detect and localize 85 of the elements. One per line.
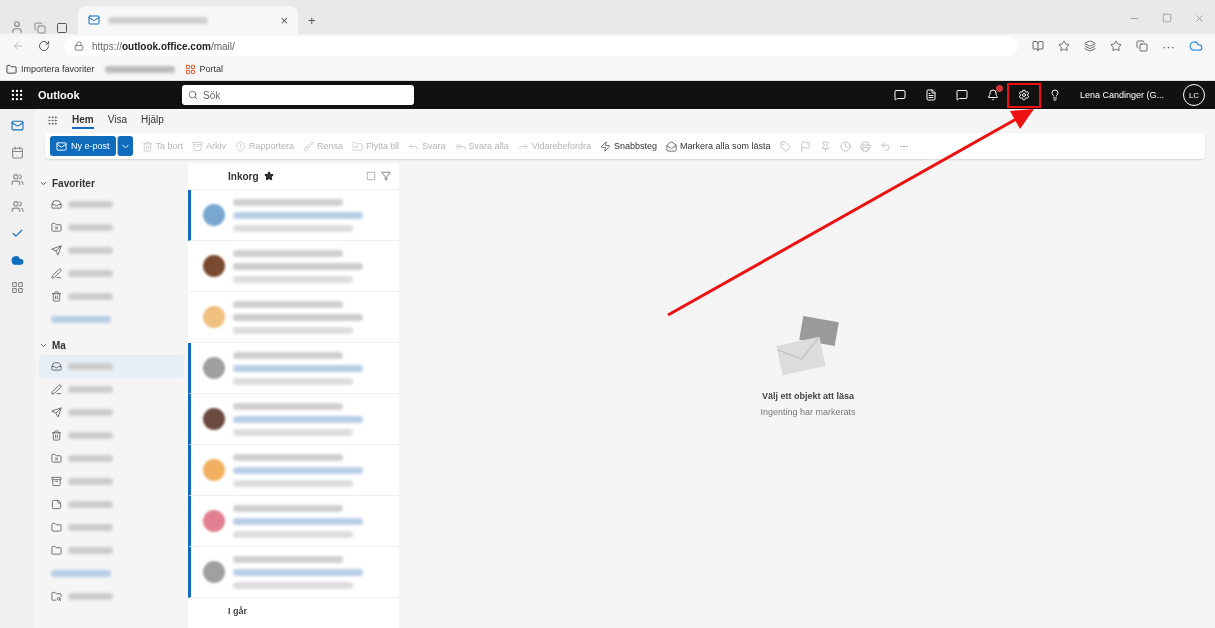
draft-icon <box>51 384 62 395</box>
blurred-favorite[interactable] <box>104 65 175 73</box>
refresh-icon[interactable] <box>38 40 50 52</box>
profile-icon[interactable] <box>10 20 24 34</box>
sweep-icon <box>303 140 315 152</box>
apps-icon[interactable] <box>11 281 24 294</box>
folder-icon <box>6 63 17 75</box>
empty-subtitle: Ingenting har markerats <box>760 406 856 417</box>
select-icon[interactable] <box>366 171 376 181</box>
clock-icon[interactable] <box>839 140 851 152</box>
undo-icon[interactable] <box>879 140 891 152</box>
flag-icon[interactable] <box>799 140 811 152</box>
favorite-link[interactable]: Portal <box>184 63 224 75</box>
trash-icon <box>51 430 62 441</box>
ribbon-tab[interactable]: Hem <box>72 111 94 129</box>
settings-icon[interactable] <box>1017 89 1030 101</box>
sent-icon <box>51 407 62 418</box>
ribbon-tab[interactable]: Visa <box>107 111 127 129</box>
tag-icon[interactable] <box>779 140 791 152</box>
app-name: Outlook <box>38 89 81 101</box>
app-launcher-icon[interactable] <box>10 88 24 102</box>
cloud-icon[interactable] <box>11 254 24 267</box>
move-icon <box>352 140 364 152</box>
new-mail-dropdown[interactable] <box>116 136 133 156</box>
star-icon[interactable] <box>1058 40 1070 52</box>
read-icon <box>666 140 678 152</box>
close-icon[interactable] <box>1194 13 1205 24</box>
reader-icon[interactable] <box>1032 40 1044 52</box>
grid-icon <box>184 63 196 75</box>
empty-title: Välj ett objekt att läsa <box>762 390 854 401</box>
archive-icon <box>51 476 62 487</box>
message-item[interactable] <box>188 394 399 445</box>
calendar-icon[interactable] <box>11 146 24 159</box>
chat-icon[interactable] <box>893 89 906 101</box>
close-tab-button[interactable]: × <box>280 12 288 28</box>
back-icon[interactable] <box>12 40 24 52</box>
trash-icon <box>141 140 153 152</box>
ribbon-tab[interactable]: Hjälp <box>140 111 164 129</box>
menu-icon[interactable] <box>47 114 58 126</box>
document-icon[interactable] <box>924 89 937 101</box>
inbox-icon <box>51 361 62 372</box>
new-mail-button[interactable]: Ny e-post <box>50 136 116 156</box>
favorites-icon[interactable] <box>1110 40 1122 52</box>
junk-icon <box>51 222 62 233</box>
list-title: Inkorg <box>228 170 259 182</box>
section-title[interactable]: Favoriter <box>39 173 184 193</box>
section-title[interactable]: Ma <box>39 335 184 355</box>
folder-icon <box>51 522 62 533</box>
user-name[interactable]: Lena Candinger (G... <box>1079 90 1164 100</box>
folder-icon <box>51 545 62 556</box>
archive-icon <box>192 140 204 152</box>
trash-icon <box>51 291 62 302</box>
mail-icon[interactable] <box>11 119 24 132</box>
favorite-link[interactable]: Importera favoriter <box>6 63 95 75</box>
search-icon <box>51 591 62 602</box>
junk-icon <box>51 453 62 464</box>
browser-tab[interactable]: × <box>78 6 298 34</box>
people-icon[interactable] <box>11 173 24 186</box>
folder-item[interactable] <box>39 355 184 378</box>
printer-icon[interactable] <box>859 140 871 152</box>
group-header: I går <box>227 605 248 618</box>
pin-icon[interactable] <box>819 140 831 152</box>
more-options-button[interactable]: ··· <box>899 141 909 151</box>
mail-icon <box>88 14 100 26</box>
star-icon[interactable] <box>263 171 274 181</box>
report-icon <box>235 140 247 152</box>
mail-icon <box>56 140 67 152</box>
maximize-icon[interactable] <box>1162 13 1172 23</box>
lock-icon <box>74 41 84 51</box>
search-field[interactable]: Sök <box>182 85 414 105</box>
groups-icon[interactable] <box>11 200 24 213</box>
search-icon <box>188 90 198 100</box>
address-field[interactable]: https://outlook.office.com/mail/ <box>64 36 1018 56</box>
inbox-icon <box>51 199 62 210</box>
sent-icon <box>51 245 62 256</box>
filter-icon[interactable] <box>381 171 391 181</box>
todo-icon[interactable] <box>11 227 24 240</box>
lightbulb-icon[interactable] <box>1048 89 1061 101</box>
note-icon <box>51 499 62 510</box>
more-button[interactable]: ··· <box>1162 38 1175 54</box>
ribbon-action[interactable]: Markera alla som lästa <box>666 140 771 152</box>
new-tab-button[interactable]: + <box>308 13 316 34</box>
bolt-icon <box>600 140 611 152</box>
draft-icon <box>51 268 62 279</box>
ribbon-action[interactable]: Snabbsteg <box>600 140 658 152</box>
